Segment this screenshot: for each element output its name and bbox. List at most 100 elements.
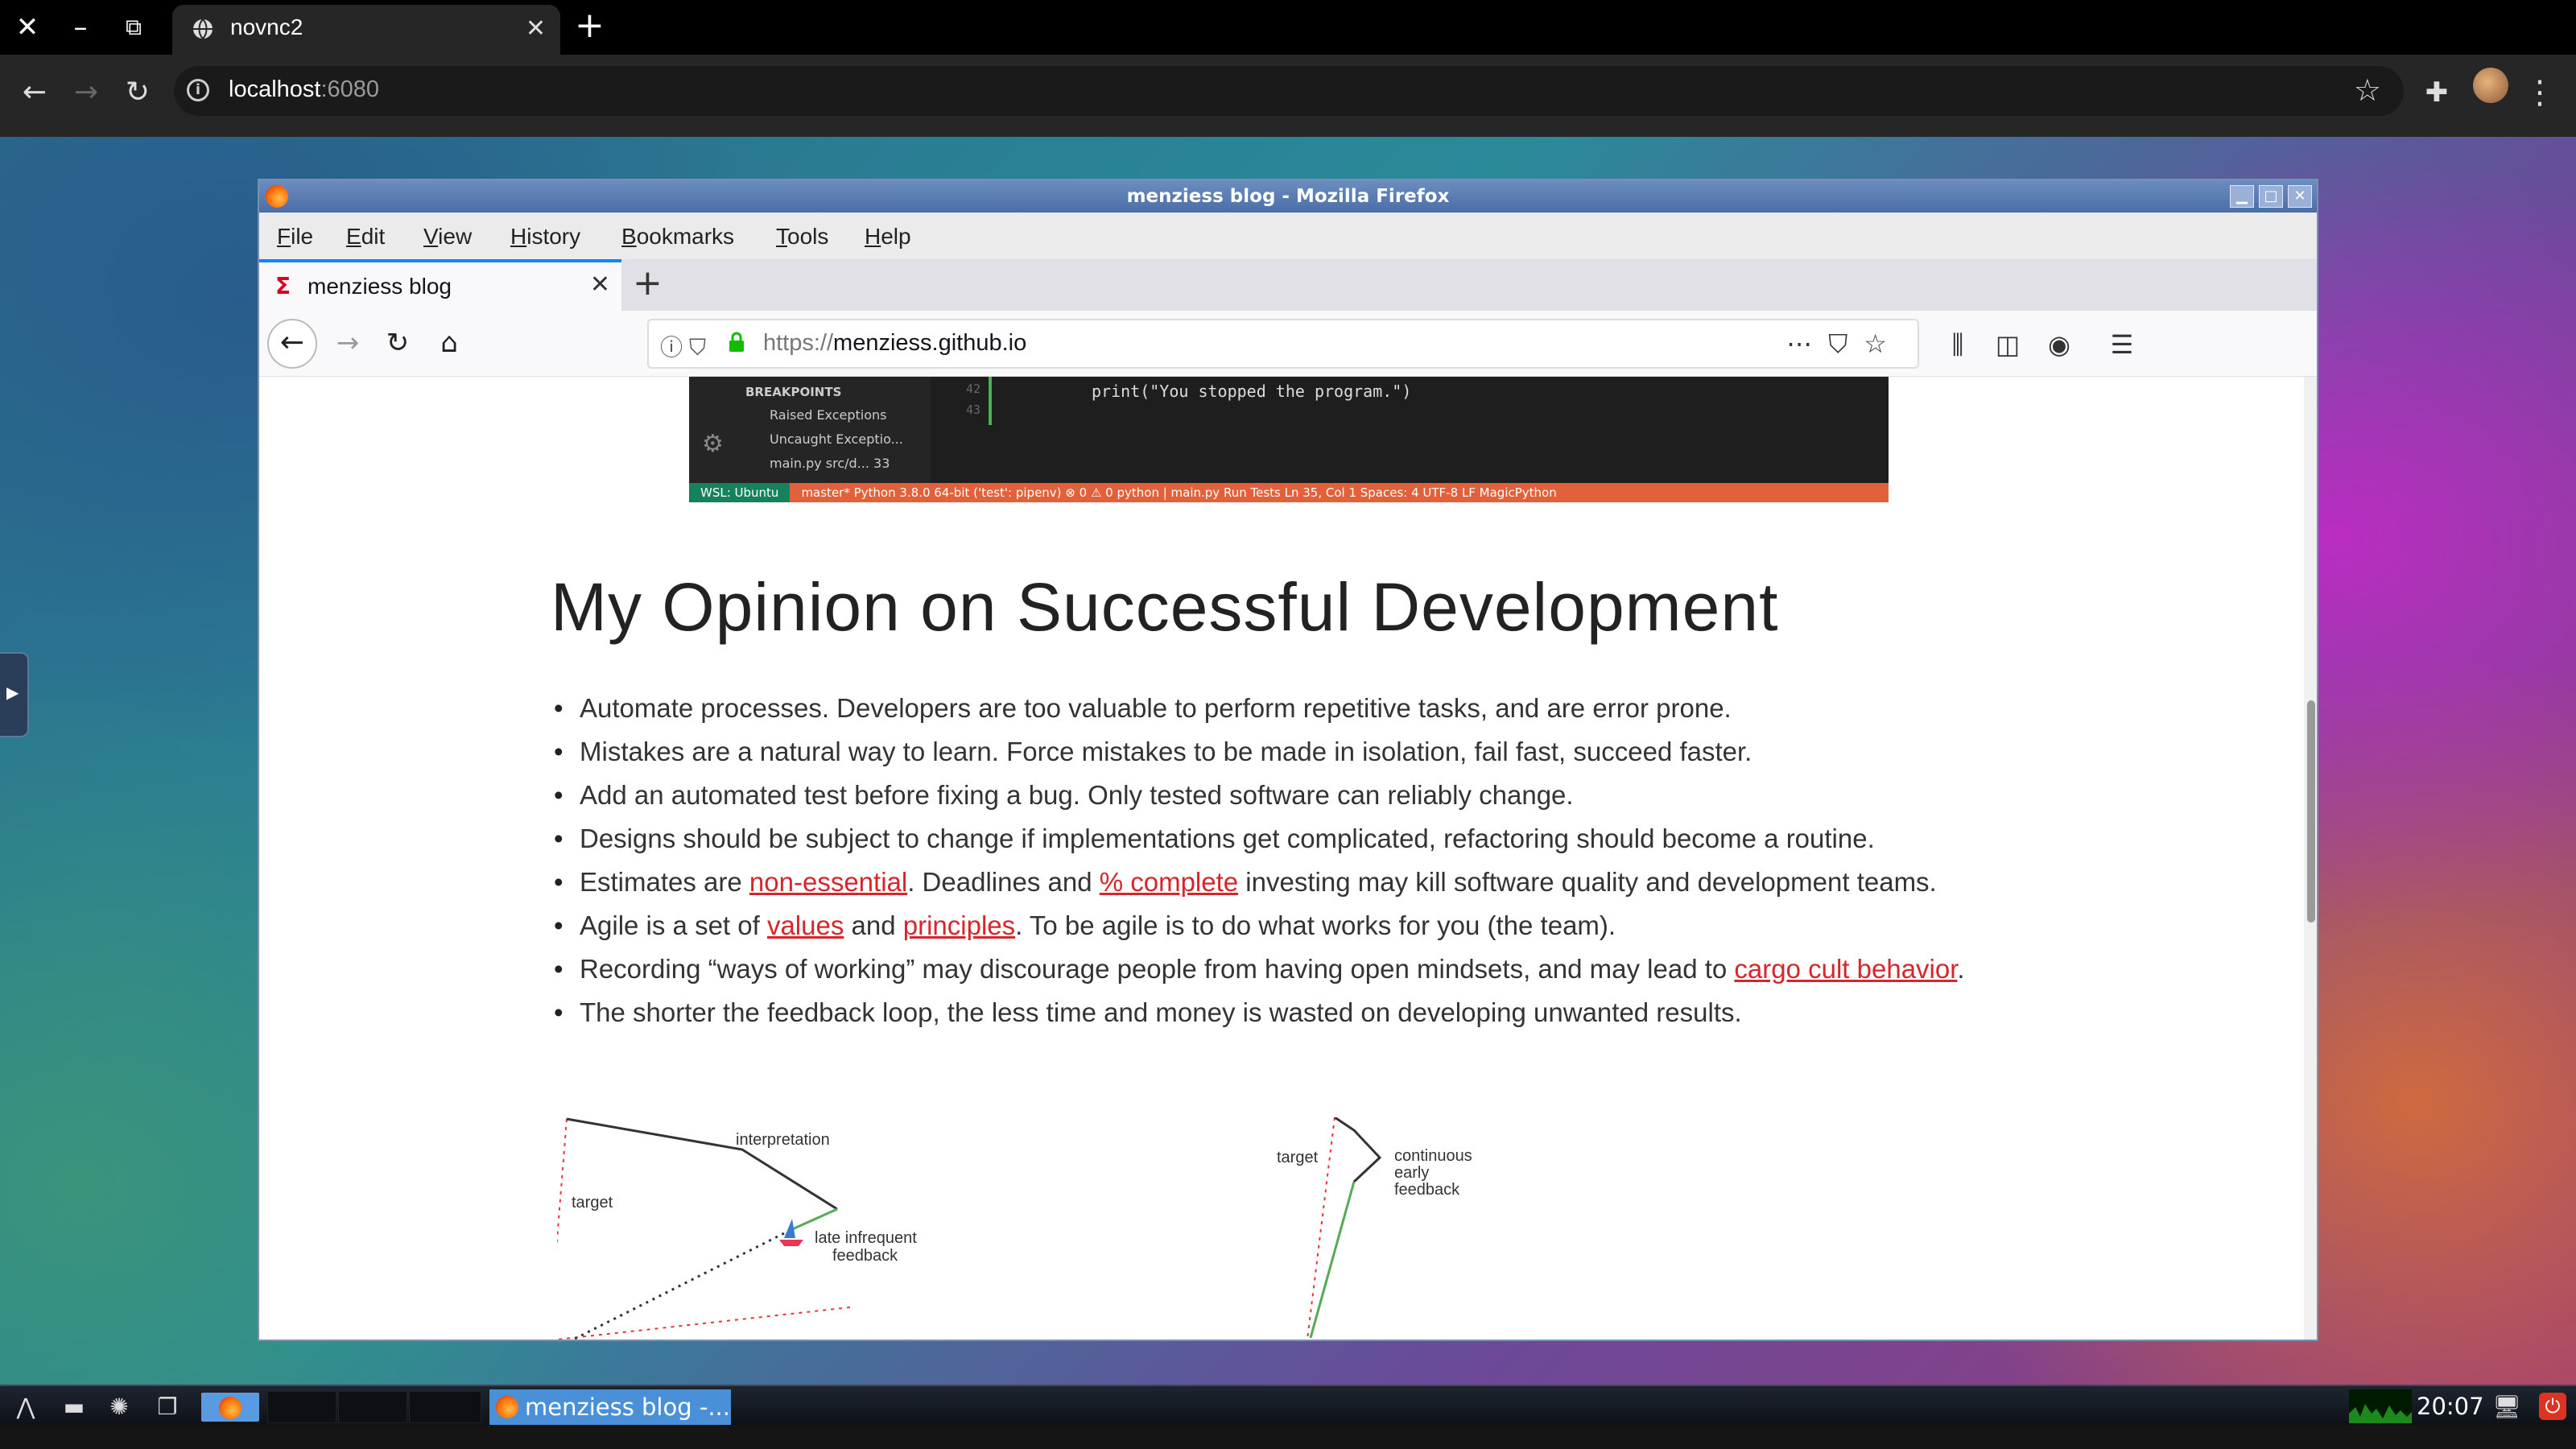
- site-info-shield-icon[interactable]: ⓘ⛉: [660, 330, 712, 362]
- late-feedback-diagram: interpretation target late infrequent fe…: [557, 1117, 917, 1340]
- restore-window-icon[interactable]: ⧉: [116, 10, 151, 45]
- firefox-titlebar[interactable]: menziess blog - Mozilla Firefox ▁ □ ✕: [259, 180, 2317, 213]
- firefox-icon: [496, 1396, 518, 1418]
- desktop-taskbar: ⋀ ▬ ✺ ❐ menziess blog -... 20:07 🖥 ⏻: [0, 1385, 2576, 1425]
- list-item: Recording “ways of working” may discoura…: [551, 952, 2064, 986]
- menu-edit[interactable]: Edit: [346, 224, 385, 250]
- breakpoint-item: main.py src/d... 33: [770, 456, 890, 471]
- file-manager-icon[interactable]: ❐: [153, 1393, 182, 1422]
- breakpoints-header: BREAKPOINTS: [745, 385, 842, 399]
- home-icon[interactable]: ⌂: [430, 324, 469, 362]
- svg-text:target: target: [1277, 1149, 1319, 1166]
- breakpoints-panel: BREAKPOINTS Raised Exceptions Uncaught E…: [689, 377, 931, 483]
- vscode-screenshot-image: BREAKPOINTS Raised Exceptions Uncaught E…: [689, 377, 1889, 502]
- clock[interactable]: 20:07: [2417, 1393, 2484, 1420]
- web-browser-launcher-icon[interactable]: ✺: [105, 1393, 134, 1422]
- status-text: master* Python 3.8.0 64-bit ('test': pip…: [801, 485, 1557, 500]
- minimize-window-icon[interactable]: –: [63, 10, 98, 45]
- scrollbar-thumb[interactable]: [2307, 700, 2315, 923]
- svg-text:early: early: [1394, 1164, 1429, 1182]
- firefox-url-text: https://menziess.github.io: [763, 330, 1027, 356]
- chrome-url-text: localhost:6080: [229, 76, 380, 102]
- chrome-toolbar: ← → ↻ i localhost:6080 ☆ ✚ ⋮: [0, 55, 2576, 137]
- line-number: 42: [966, 382, 981, 396]
- menu-view[interactable]: View: [423, 224, 472, 250]
- show-desktop-icon[interactable]: ▬: [60, 1393, 89, 1422]
- reload-icon[interactable]: ↻: [116, 71, 159, 114]
- list-item: Automate processes. Developers are too v…: [551, 691, 2064, 725]
- menu-help[interactable]: Help: [865, 224, 911, 250]
- firefox-launcher-icon[interactable]: [201, 1393, 259, 1422]
- breakpoint-item: Raised Exceptions: [770, 407, 887, 423]
- workspace-1[interactable]: [267, 1391, 336, 1423]
- power-icon[interactable]: ⏻: [2539, 1393, 2566, 1420]
- svg-text:feedback: feedback: [1394, 1181, 1460, 1199]
- new-tab-button[interactable]: +: [633, 264, 663, 303]
- chrome-address-bar[interactable]: i localhost:6080 ☆: [174, 66, 2404, 116]
- close-tab-icon[interactable]: ✕: [590, 270, 610, 299]
- forward-arrow-icon[interactable]: →: [64, 71, 108, 114]
- taskbar-task-title: menziess blog -...: [525, 1393, 730, 1421]
- firefox-menubar: File Edit View History Bookmarks Tools H…: [259, 213, 2317, 259]
- library-icon[interactable]: ⫼: [1938, 325, 1977, 364]
- chrome-menu-icon[interactable]: ⋮: [2518, 71, 2562, 114]
- svg-text:target: target: [572, 1194, 613, 1212]
- vscode-status-bar: WSL: Ubuntu master* Python 3.8.0 64-bit (…: [689, 483, 1889, 502]
- cargo-cult-link[interactable]: cargo cult behavior: [1734, 954, 1957, 984]
- blog-favicon-icon: Σ: [275, 273, 291, 299]
- gear-icon: ⚙: [702, 430, 724, 458]
- taskbar-firefox-task[interactable]: menziess blog -...: [489, 1389, 731, 1425]
- git-gutter-marker: [989, 377, 992, 425]
- firefox-navbar: ← → ↻ ⌂ ⓘ⛉ https://menziess.github.io ⋯⛉…: [259, 311, 2317, 377]
- chrome-tab-novnc2[interactable]: novnc2 ✕: [172, 5, 560, 55]
- back-arrow-icon[interactable]: ←: [13, 71, 56, 114]
- workspace-3[interactable]: [409, 1391, 481, 1423]
- post-heading: My Opinion on Successful Development: [551, 569, 1779, 645]
- early-feedback-diagram: target continuous early feedback: [1277, 1117, 1472, 1340]
- svg-text:late infrequent: late infrequent: [815, 1229, 917, 1247]
- extensions-puzzle-icon[interactable]: ✚: [2415, 71, 2458, 114]
- cpu-monitor-graph: [2349, 1389, 2412, 1423]
- percent-complete-link[interactable]: % complete: [1100, 867, 1238, 897]
- network-icon[interactable]: 🖥: [2492, 1393, 2521, 1422]
- bookmark-star-icon[interactable]: ☆: [2354, 72, 2381, 108]
- principles-link[interactable]: principles: [903, 910, 1015, 940]
- close-window-icon[interactable]: ✕: [10, 10, 45, 45]
- chrome-tab-bar: ✕ – ⧉ novnc2 ✕ +: [0, 0, 2576, 55]
- values-link[interactable]: values: [767, 910, 844, 940]
- app-launcher-icon[interactable]: ⋀: [11, 1393, 40, 1422]
- firefox-tab-bar: Σ menziess blog ✕ +: [259, 259, 2317, 312]
- novnc-control-bar-handle[interactable]: ▶: [0, 652, 29, 737]
- wsl-indicator: WSL: Ubuntu: [689, 483, 791, 502]
- maximize-icon[interactable]: □: [2259, 185, 2283, 208]
- feedback-loop-diagram: interpretation target late infrequent fe…: [557, 1117, 1472, 1340]
- close-icon[interactable]: ✕: [2288, 185, 2312, 208]
- menu-tools[interactable]: Tools: [776, 224, 828, 250]
- menu-bookmarks[interactable]: Bookmarks: [621, 224, 734, 250]
- page-actions-icons[interactable]: ⋯⛉☆: [1786, 328, 1903, 360]
- firefox-tab-menziess-blog[interactable]: Σ menziess blog ✕: [259, 259, 621, 312]
- menu-file[interactable]: File: [277, 224, 313, 250]
- list-item: Designs should be subject to change if i…: [551, 821, 2064, 856]
- close-tab-icon[interactable]: ✕: [526, 14, 546, 43]
- minimize-icon[interactable]: ▁: [2230, 185, 2254, 208]
- code-line: print("You stopped the program."): [1092, 382, 1412, 401]
- sidebar-icon[interactable]: ◫: [1988, 325, 2027, 364]
- list-item: Estimates are non-essential. Deadlines a…: [551, 865, 2064, 899]
- profile-avatar[interactable]: [2473, 68, 2508, 103]
- menu-history[interactable]: History: [510, 224, 580, 250]
- page-scrollbar[interactable]: [2304, 377, 2317, 1340]
- reload-icon[interactable]: ↻: [378, 324, 417, 362]
- non-essential-link[interactable]: non-essential: [749, 867, 907, 897]
- account-icon[interactable]: ◉: [2040, 325, 2079, 364]
- list-item: The shorter the feedback loop, the less …: [551, 995, 2064, 1030]
- workspace-2[interactable]: [338, 1391, 407, 1423]
- new-tab-button[interactable]: +: [575, 8, 605, 43]
- opinion-list: Automate processes. Developers are too v…: [551, 691, 2064, 1038]
- firefox-url-bar[interactable]: ⓘ⛉ https://menziess.github.io ⋯⛉☆: [647, 319, 1919, 369]
- forward-arrow-icon[interactable]: →: [328, 324, 367, 362]
- hamburger-menu-icon[interactable]: ☰: [2103, 325, 2141, 364]
- page-content: BREAKPOINTS Raised Exceptions Uncaught E…: [259, 377, 2304, 1340]
- site-info-icon[interactable]: i: [187, 79, 209, 101]
- back-arrow-icon[interactable]: ←: [267, 319, 317, 369]
